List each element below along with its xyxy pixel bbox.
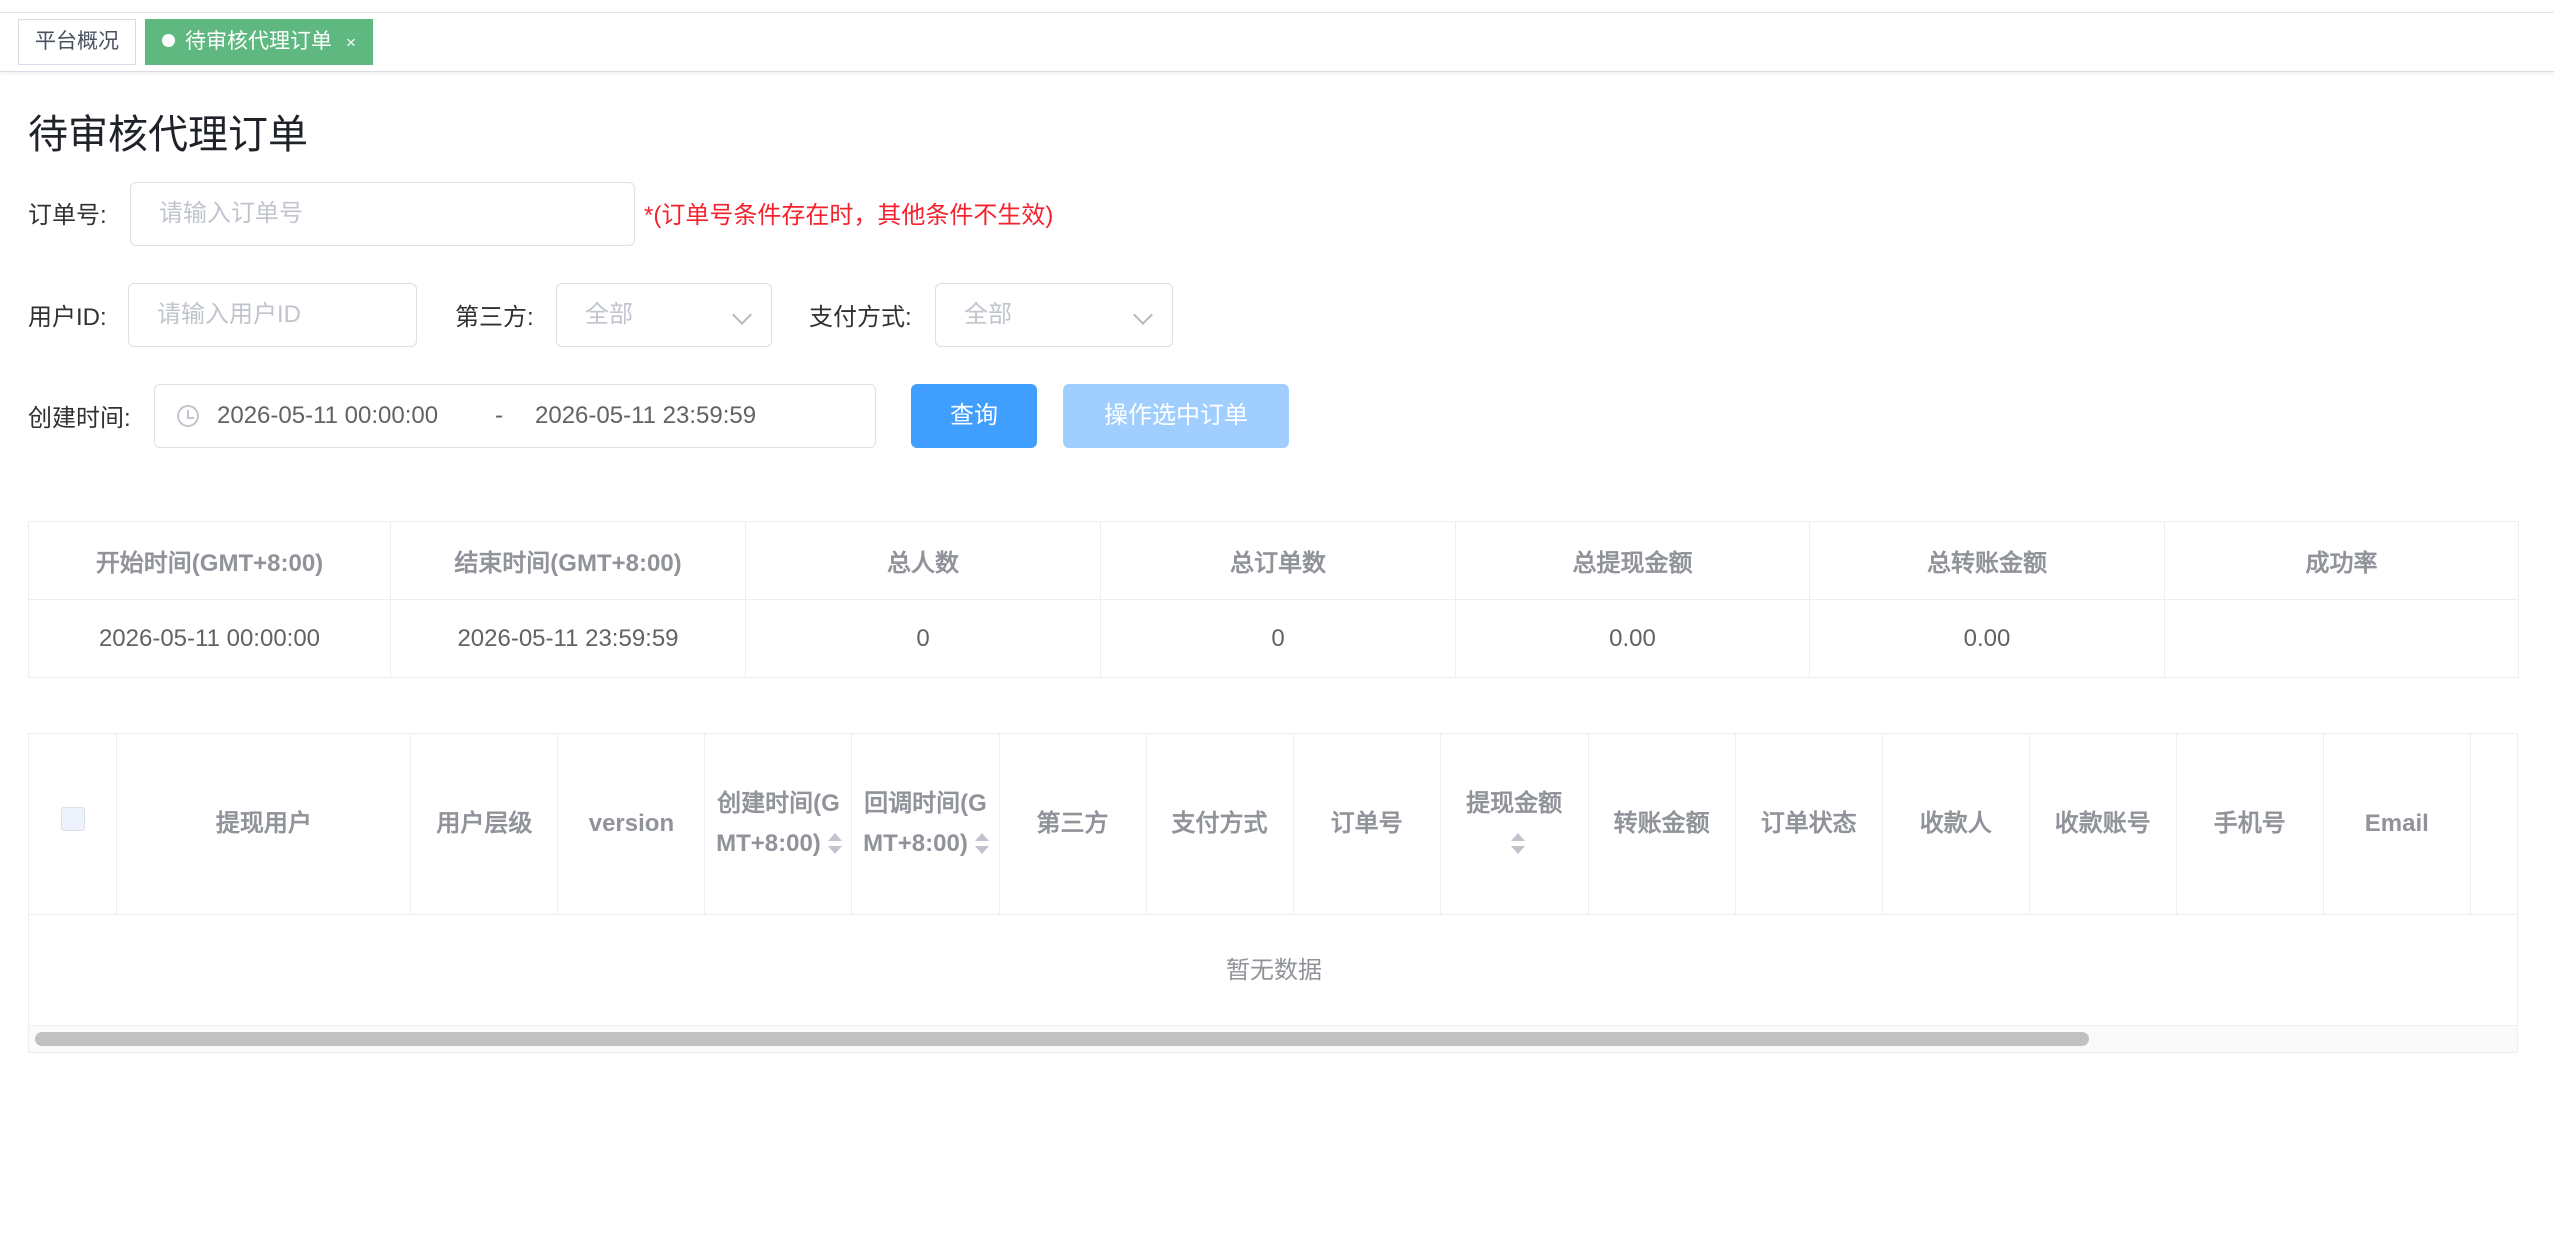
summary-row: 2026-05-11 00:00:00 2026-05-11 23:59:59 … [28,599,2519,678]
tag-label: 平台概况 [35,30,119,53]
column-header: 备注 [2470,734,2517,915]
page-title: 待审核代理订单 [28,113,308,157]
range-separator: - [495,402,503,429]
chevron-down-icon [732,305,752,325]
summary-cell: 2026-05-11 23:59:59 [390,599,746,678]
query-button[interactable]: 查询 [911,384,1037,448]
sort-icon[interactable] [1510,832,1526,856]
tags-bar: 平台概况 待审核代理订单 × [0,13,2554,72]
summary-table: 开始时间(GMT+8:00) 结束时间(GMT+8:00) 总人数 总订单数 总… [28,521,2519,678]
created-time-label: 创建时间: [28,405,131,432]
third-party-select[interactable]: 全部 [556,283,772,347]
column-header: 转账金额 [1588,734,1736,915]
operate-selected-orders-button[interactable]: 操作选中订单 [1063,384,1289,448]
column-header-sortable[interactable]: 提现金额 [1440,734,1589,915]
summary-header: 总转账金额 [1809,521,2165,600]
sort-icon[interactable] [827,832,842,856]
summary-cell: 0 [745,599,1101,678]
column-header: 第三方 [999,734,1147,915]
clock-icon [177,405,199,427]
column-header: 提现用户 [116,734,412,915]
pay-method-select[interactable]: 全部 [935,283,1173,347]
column-header-sortable[interactable]: 回调时间(GMT+8:00) [851,734,1000,915]
select-all-checkbox[interactable] [60,806,85,831]
summary-cell: 0.00 [1455,599,1810,678]
column-header: Email [2323,734,2471,915]
summary-cell: 0.00 [1809,599,2165,678]
summary-cell: 0 [1100,599,1456,678]
column-header: 收款人 [1882,734,2030,915]
summary-header: 总订单数 [1100,521,1456,600]
orders-table: 提现用户 用户层级 version 创建时间(GMT+8:00) 回调时间(GM… [28,733,2518,1053]
select-all-cell [29,734,118,915]
column-header: 订单状态 [1735,734,1883,915]
summary-header-row: 开始时间(GMT+8:00) 结束时间(GMT+8:00) 总人数 总订单数 总… [28,521,2519,600]
summary-cell: 2026-05-11 00:00:00 [28,599,391,678]
range-start[interactable]: 2026-05-11 00:00:00 [217,385,438,447]
active-dot-icon [162,33,175,47]
summary-header: 开始时间(GMT+8:00) [28,521,391,600]
third-party-value: 全部 [585,301,633,328]
summary-header: 结束时间(GMT+8:00) [390,521,746,600]
pay-method-label: 支付方式: [809,304,912,331]
tag-pending-agent-orders[interactable]: 待审核代理订单 × [145,19,373,65]
column-header-sortable[interactable]: 创建时间(GMT+8:00) [704,734,853,915]
user-id-input[interactable]: 请输入用户ID [128,283,417,347]
column-header: 手机号 [2176,734,2324,915]
column-header: 收款账号 [2029,734,2177,915]
close-icon[interactable]: × [346,21,356,65]
column-header-label: 回调时间(GMT+8:00) [863,789,987,857]
order-no-input[interactable]: 请输入订单号 [130,182,635,246]
column-header: version [557,734,706,915]
user-id-label: 用户ID: [28,304,107,331]
empty-state: 暂无数据 [29,916,2517,1026]
summary-header: 总提现金额 [1455,521,1810,600]
column-header: 用户层级 [410,734,559,915]
order-no-placeholder: 请输入订单号 [159,200,303,227]
column-header-label: 提现金额 [1466,789,1563,817]
tag-label: 待审核代理订单 [185,30,332,53]
created-time-range-picker[interactable]: 2026-05-11 00:00:00 - 2026-05-11 23:59:5… [154,384,876,448]
horizontal-scrollbar[interactable] [29,1026,2517,1052]
summary-cell [2164,599,2519,678]
range-end[interactable]: 2026-05-11 23:59:59 [535,385,756,447]
tag-platform-overview[interactable]: 平台概况 [18,19,136,65]
user-id-placeholder: 请输入用户ID [157,301,301,328]
summary-header: 成功率 [2164,521,2519,600]
third-party-label: 第三方: [455,304,534,331]
column-header: 订单号 [1293,734,1441,915]
column-header: 支付方式 [1146,734,1294,915]
pay-method-value: 全部 [964,301,1012,328]
column-header-label: 创建时间(GMT+8:00) [716,789,840,857]
order-no-label: 订单号: [28,202,107,229]
order-no-hint: *(订单号条件存在时，其他条件不生效) [644,202,1054,229]
scrollbar-thumb[interactable] [35,1032,2089,1046]
orders-header-row: 提现用户 用户层级 version 创建时间(GMT+8:00) 回调时间(GM… [29,734,2517,915]
chevron-down-icon [1133,305,1153,325]
sort-icon[interactable] [974,832,989,856]
top-border [0,0,2554,13]
summary-header: 总人数 [745,521,1101,600]
